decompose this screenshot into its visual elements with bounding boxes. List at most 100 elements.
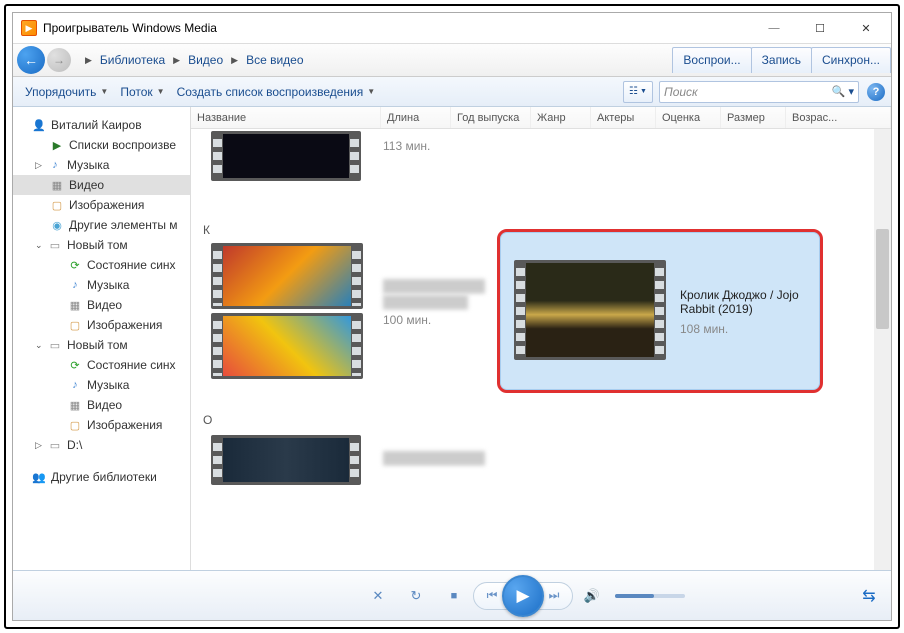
chevron-down-icon: ▼ [100, 87, 108, 96]
drive-icon: ▭ [47, 438, 63, 452]
sidebar-item-sub-images[interactable]: ▢Изображения [13, 415, 190, 435]
video-thumbnail[interactable] [211, 435, 361, 485]
player-bar: ✕ ↻ ■ ⏮ ▶ ⏭ 🔊 ⇆ [13, 570, 891, 620]
drive-icon: ▭ [47, 238, 63, 252]
video-title: Кролик Джоджо / Jojo Rabbit (2019) [680, 288, 810, 316]
blurred-title: ████████████ [383, 451, 483, 465]
sidebar-item-sub-images[interactable]: ▢Изображения [13, 315, 190, 335]
titlebar: ▶ Проигрыватель Windows Media — ☐ ✕ [13, 13, 891, 43]
image-icon: ▢ [67, 318, 83, 332]
tab-play[interactable]: Воспрои... [672, 47, 751, 73]
drive-icon: ▭ [47, 338, 63, 352]
sidebar-item-video[interactable]: ▦Видео [13, 175, 190, 195]
breadcrumb-item[interactable]: Видео [188, 53, 223, 67]
video-duration: 108 мин. [680, 322, 728, 336]
image-icon: ▢ [67, 418, 83, 432]
video-duration: 113 мин. [383, 139, 430, 153]
video-duration: 100 мин. [383, 313, 431, 327]
shuffle-button[interactable]: ✕ [365, 583, 391, 609]
group-header: К [203, 223, 210, 237]
selected-video-item[interactable]: Кролик Джоджо / Jojo Rabbit (2019) 108 м… [497, 229, 823, 393]
sidebar-item-drive[interactable]: ⌄▭Новый том [13, 235, 190, 255]
column-headers: Название Длина Год выпуска Жанр Актеры О… [191, 107, 891, 129]
video-thumbnail[interactable] [211, 243, 363, 309]
column-header[interactable]: Год выпуска [451, 107, 531, 128]
tab-burn[interactable]: Запись [751, 47, 812, 73]
minimize-button[interactable]: — [751, 13, 797, 43]
breadcrumb-item[interactable]: Все видео [246, 53, 303, 67]
image-icon: ▢ [49, 198, 65, 212]
music-icon: ♪ [47, 158, 63, 172]
window: ▶ Проигрыватель Windows Media — ☐ ✕ ← → … [12, 12, 892, 621]
play-button[interactable]: ▶ [502, 575, 544, 617]
blurred-title: ████████████ [383, 279, 483, 293]
breadcrumb: ▶ Библиотека ▶ Видео ▶ Все видео [81, 53, 308, 67]
view-options-button[interactable]: ☷▼ [623, 81, 653, 103]
video-icon: ▦ [49, 178, 65, 192]
sidebar-item-music[interactable]: ▷♪Музыка [13, 155, 190, 175]
nav-back-button[interactable]: ← [17, 46, 45, 74]
mute-button[interactable]: 🔊 [579, 583, 605, 609]
sidebar-item-sub-music[interactable]: ♪Музыка [13, 375, 190, 395]
sidebar-item-other[interactable]: ◉Другие элементы м [13, 215, 190, 235]
sidebar-item-drive-d[interactable]: ▷▭D:\ [13, 435, 190, 455]
search-input[interactable]: Поиск 🔍 ▾ [659, 81, 859, 103]
other-icon: ◉ [49, 218, 65, 232]
create-playlist-menu[interactable]: Создать список воспроизведения▼ [171, 81, 382, 103]
close-button[interactable]: ✕ [843, 13, 889, 43]
nav-row: ← → ▶ Библиотека ▶ Видео ▶ Все видео Вос… [13, 43, 891, 77]
stream-menu[interactable]: Поток▼ [114, 81, 170, 103]
sidebar-item-other-libraries[interactable]: 👥Другие библиотеки [13, 467, 190, 487]
video-thumbnail[interactable] [211, 313, 363, 379]
transport-controls: ⏮ ▶ ⏭ [473, 582, 573, 610]
video-icon: ▦ [67, 298, 83, 312]
playlist-icon: ▶ [49, 138, 65, 152]
scrollbar-thumb[interactable] [876, 229, 889, 329]
sidebar-item-images[interactable]: ▢Изображения [13, 195, 190, 215]
chevron-right-icon: ▶ [231, 55, 238, 66]
expand-icon[interactable]: ▷ [35, 160, 47, 171]
collapse-icon[interactable]: ⌄ [35, 240, 47, 251]
chevron-down-icon: ▼ [367, 87, 375, 96]
organize-menu[interactable]: Упорядочить▼ [19, 81, 114, 103]
volume-slider[interactable] [615, 594, 685, 598]
column-header[interactable]: Размер [721, 107, 786, 128]
help-button[interactable]: ? [867, 83, 885, 101]
column-header[interactable]: Название [191, 107, 381, 128]
scrollbar[interactable] [874, 129, 891, 570]
maximize-button[interactable]: ☐ [797, 13, 843, 43]
stop-button[interactable]: ■ [441, 583, 467, 609]
expand-icon[interactable]: ▷ [35, 440, 47, 451]
sidebar-item-sub-video[interactable]: ▦Видео [13, 295, 190, 315]
sidebar-item-drive[interactable]: ⌄▭Новый том [13, 335, 190, 355]
sidebar-item-sync[interactable]: ⟳Состояние синх [13, 255, 190, 275]
column-header[interactable]: Возрас... [786, 107, 891, 128]
sidebar-item-sub-video[interactable]: ▦Видео [13, 395, 190, 415]
column-header[interactable]: Длина [381, 107, 451, 128]
sidebar-item-sub-music[interactable]: ♪Музыка [13, 275, 190, 295]
nav-forward-button[interactable]: → [47, 48, 71, 72]
column-header[interactable]: Актеры [591, 107, 656, 128]
collapse-icon[interactable]: ⌄ [35, 340, 47, 351]
sidebar-item-user[interactable]: 👤Виталий Каиров [13, 115, 190, 135]
sidebar: 👤Виталий Каиров ▶Списки воспроизве ▷♪Муз… [13, 107, 191, 570]
chevron-right-icon: ▶ [85, 55, 92, 66]
search-placeholder: Поиск [664, 85, 698, 99]
sidebar-item-playlists[interactable]: ▶Списки воспроизве [13, 135, 190, 155]
switch-view-button[interactable]: ⇆ [857, 586, 881, 606]
window-title: Проигрыватель Windows Media [43, 21, 217, 35]
toolbar: Упорядочить▼ Поток▼ Создать список воспр… [13, 77, 891, 107]
search-icon[interactable]: 🔍 ▾ [832, 85, 854, 98]
breadcrumb-item[interactable]: Библиотека [100, 53, 165, 67]
sidebar-item-sync[interactable]: ⟳Состояние синх [13, 355, 190, 375]
tab-sync[interactable]: Синхрон... [811, 47, 891, 73]
video-thumbnail[interactable] [514, 260, 666, 360]
music-icon: ♪ [67, 378, 83, 392]
user-icon: 👤 [31, 118, 47, 132]
repeat-button[interactable]: ↻ [403, 583, 429, 609]
video-thumbnail[interactable] [211, 131, 361, 181]
column-header[interactable]: Оценка [656, 107, 721, 128]
music-icon: ♪ [67, 278, 83, 292]
chevron-down-icon: ▼ [157, 87, 165, 96]
column-header[interactable]: Жанр [531, 107, 591, 128]
